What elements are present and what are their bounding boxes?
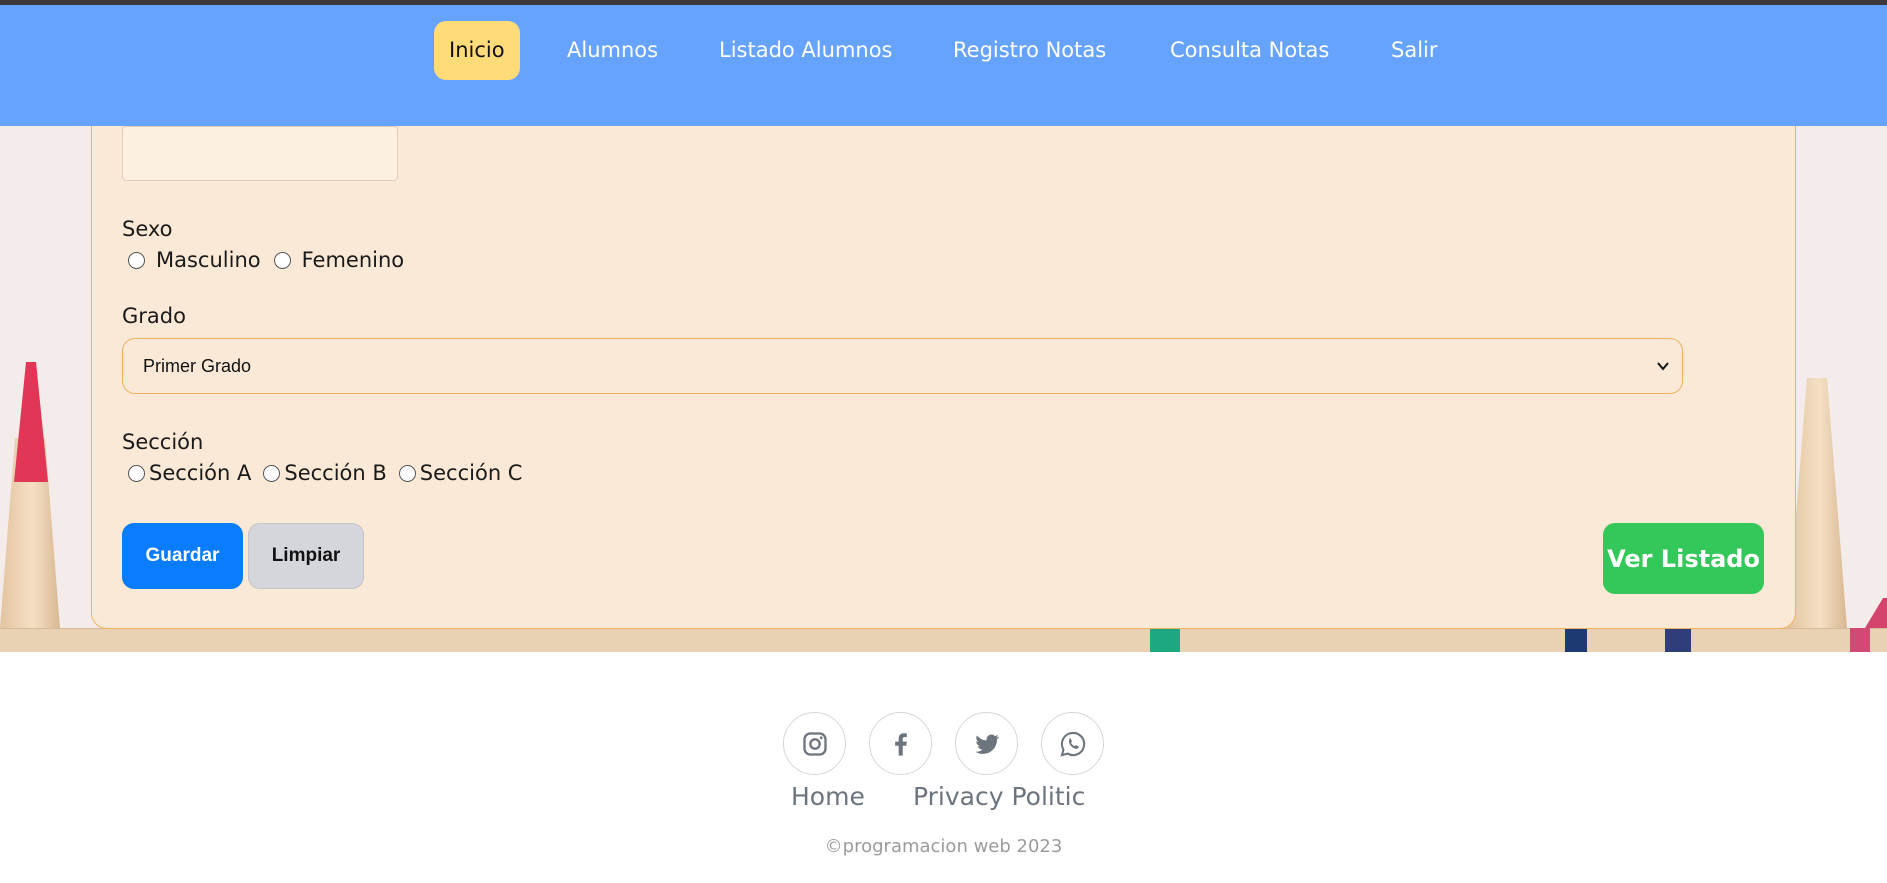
- instagram-icon: [802, 731, 827, 756]
- radio-femenino-label: Femenino: [301, 248, 405, 272]
- limpiar-button[interactable]: Limpiar: [248, 523, 364, 589]
- radio-seccion-a-label: Sección A: [149, 461, 252, 485]
- copyright-text: ©programacion web 2023: [824, 836, 1063, 857]
- pencil-red-tip: [14, 362, 48, 482]
- pencil-pink-tip: [1865, 598, 1887, 628]
- grado-label: Grado: [122, 304, 186, 328]
- seccion-radio-group: Sección A Sección B Sección C: [128, 460, 522, 486]
- radio-masculino-label: Masculino: [156, 248, 261, 272]
- radio-seccion-c[interactable]: [398, 464, 416, 482]
- whatsapp-button[interactable]: [1041, 712, 1104, 775]
- ver-listado-button[interactable]: Ver Listado: [1603, 523, 1764, 594]
- nav-item-listado-alumnos[interactable]: Listado Alumnos: [719, 21, 893, 80]
- radio-seccion-a[interactable]: [128, 464, 145, 482]
- twitter-icon: [974, 734, 999, 754]
- pencil-blue-tip: [1665, 628, 1691, 652]
- nav-item-salir[interactable]: Salir: [1391, 21, 1438, 80]
- footer-link-home[interactable]: Home: [791, 782, 865, 811]
- chevron-down-icon: [1657, 362, 1669, 371]
- footer-link-privacy[interactable]: Privacy Politic: [913, 782, 1085, 811]
- name-field[interactable]: [122, 126, 398, 181]
- nav-item-consulta-notas[interactable]: Consulta Notas: [1170, 21, 1329, 80]
- radio-seccion-b[interactable]: [263, 464, 281, 482]
- sexo-radio-group: Masculino Femenino: [128, 247, 404, 273]
- pencil-pink-bottom-tip: [1850, 628, 1870, 652]
- radio-seccion-b-label: Sección B: [284, 461, 387, 485]
- instagram-button[interactable]: [783, 712, 846, 775]
- pencil-strip: [0, 628, 1887, 652]
- whatsapp-icon: [1059, 731, 1085, 757]
- pencil-navy-tip: [1565, 628, 1587, 652]
- grado-select-value: Primer Grado: [143, 356, 252, 376]
- navbar: Inicio Alumnos Listado Alumnos Registro …: [0, 5, 1887, 126]
- sexo-label: Sexo: [122, 217, 173, 241]
- nav-item-alumnos[interactable]: Alumnos: [567, 21, 658, 80]
- twitter-button[interactable]: [955, 712, 1018, 775]
- pencil-green-tip: [1150, 628, 1180, 652]
- facebook-button[interactable]: [869, 712, 932, 775]
- seccion-label: Sección: [122, 430, 204, 454]
- nav-item-registro-notas[interactable]: Registro Notas: [953, 21, 1106, 80]
- nav-item-inicio[interactable]: Inicio: [434, 21, 520, 80]
- radio-masculino[interactable]: [128, 251, 145, 269]
- grado-select[interactable]: Primer Grado: [122, 338, 1683, 394]
- radio-seccion-c-label: Sección C: [419, 461, 523, 485]
- radio-femenino[interactable]: [273, 251, 291, 269]
- guardar-button[interactable]: Guardar: [122, 523, 243, 589]
- facebook-icon: [894, 732, 907, 756]
- pencil-right: [1787, 378, 1847, 628]
